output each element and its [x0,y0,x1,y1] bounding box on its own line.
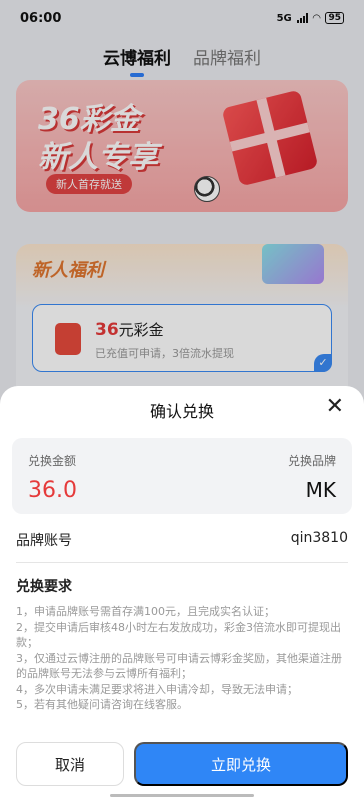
requirements-list: 1，申请品牌账号需首存满100元，且完成实名认证； 2，提交申请后审核48小时左… [16,604,348,713]
close-icon[interactable]: ✕ [326,395,344,419]
redeem-now-button[interactable]: 立即兑换 [134,742,348,786]
amount-value: 36.0 [28,478,77,503]
brand-account-row: 品牌账号 qin3810 [16,530,348,550]
account-value: qin3810 [290,530,348,546]
cancel-button[interactable]: 取消 [16,742,124,786]
divider [16,562,348,563]
brand-value: MK [305,478,336,502]
requirement-item: 1，申请品牌账号需首存满100元，且完成实名认证； [16,605,275,618]
requirements-title: 兑换要求 [16,579,72,595]
requirement-item: 2，提交申请后审核48小时左右发放成功，彩金3倍流水即可提现出款； [16,620,341,650]
brand-label: 兑换品牌 [287,454,336,468]
exchange-summary: 兑换金额 兑换品牌 36.0 MK [12,438,352,514]
amount-label: 兑换金额 [28,454,77,468]
home-indicator[interactable] [110,794,254,797]
requirement-item: 4，多次申请未满足要求将进入申请冷却，导致无法申请； [16,682,298,696]
sheet-title: 确认兑换 [149,402,214,421]
confirm-exchange-sheet: 确认兑换 ✕ 兑换金额 兑换品牌 36.0 MK 品牌账号 qin3810 兑换… [0,386,364,800]
requirement-item: 5，若有其他疑问请咨询在线客服。 [16,698,188,711]
account-label: 品牌账号 [16,533,72,549]
requirement-item: 3，仅通过云博注册的品牌账号可申请云博彩金奖励，其他渠道注册的品牌账号无法参与云… [16,651,342,681]
